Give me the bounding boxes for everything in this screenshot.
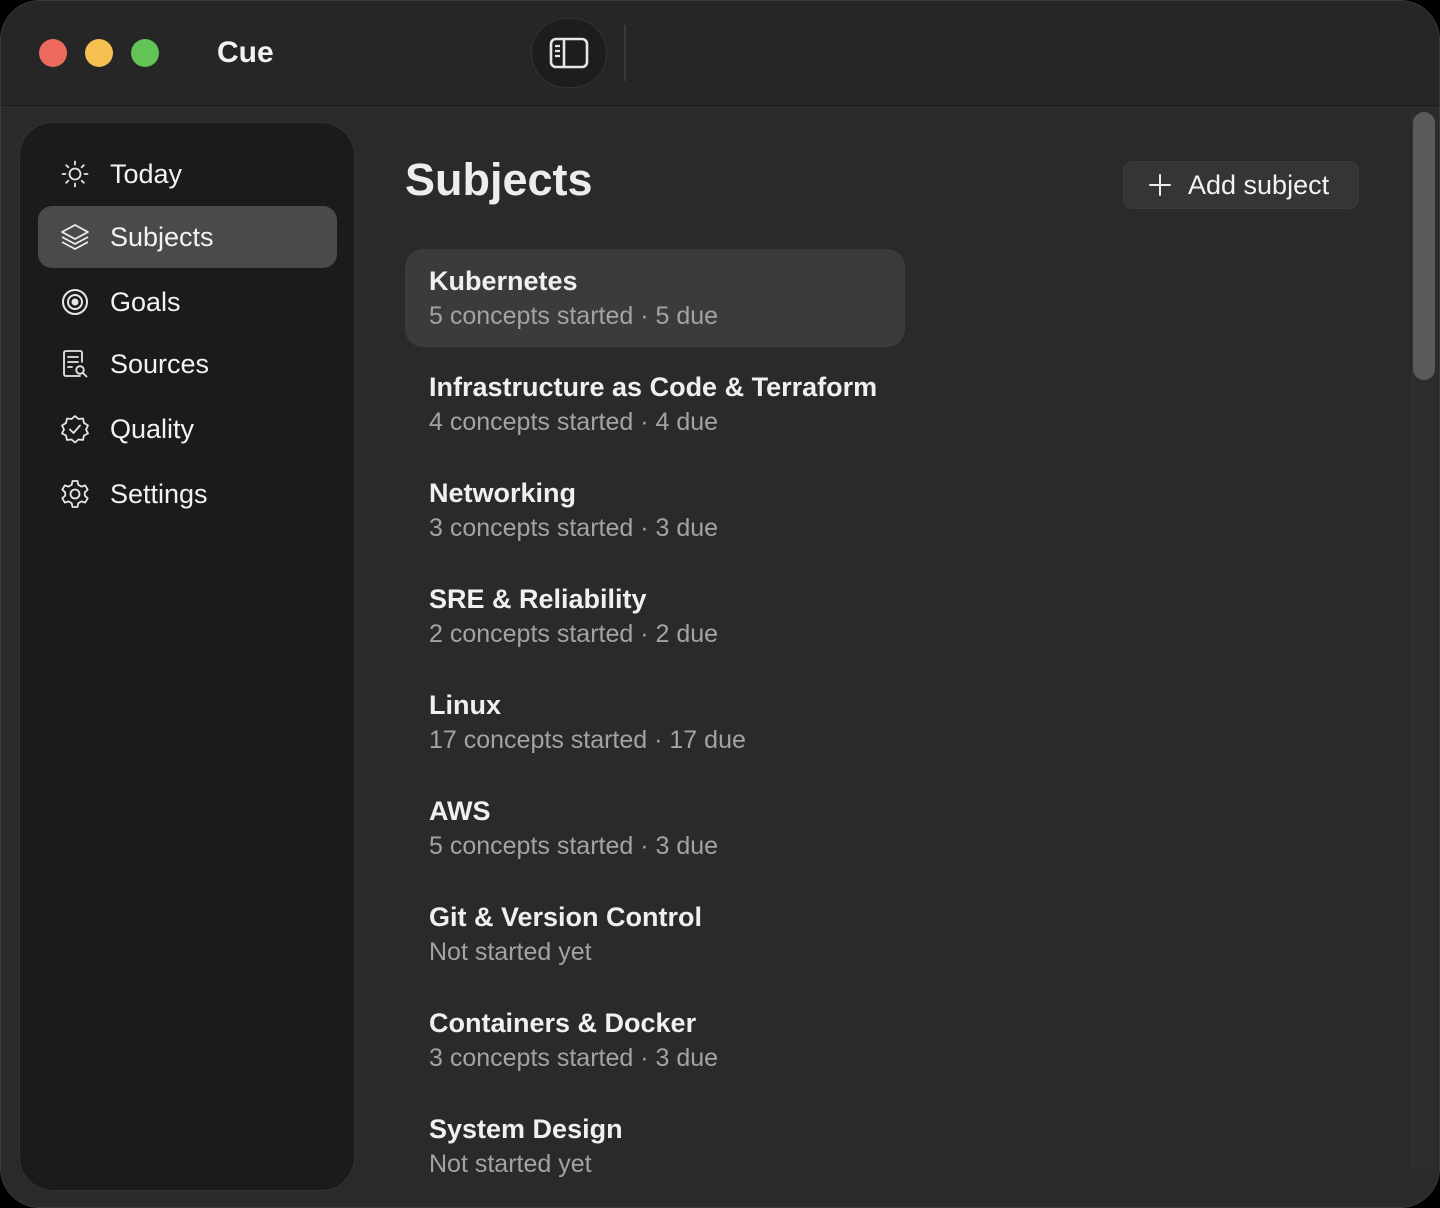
subject-meta: 5 concepts started · 3 due (429, 832, 719, 860)
sidebar: Today Subjects Goals Sources Quality Set… (19, 122, 355, 1191)
plus-icon (1149, 174, 1171, 196)
subject-item-kubernetes[interactable]: Kubernetes 5 concepts started · 5 due (405, 249, 905, 347)
close-window-button[interactable] (39, 39, 67, 67)
scrollbar-thumb[interactable] (1413, 112, 1435, 380)
subject-meta: 2 concepts started · 2 due (429, 620, 719, 648)
subject-meta: 3 concepts started · 3 due (429, 514, 719, 542)
target-icon (60, 287, 90, 317)
sidebar-item-label: Today (110, 159, 183, 189)
app-title: Cue (217, 36, 274, 69)
sidebar-item-sources[interactable]: Sources (38, 333, 337, 395)
sidebar-item-goals[interactable]: Goals (38, 271, 337, 333)
sidebar-item-label: Sources (110, 349, 210, 379)
subject-name: System Design (429, 1114, 623, 1144)
sidebar-item-label: Settings (110, 479, 208, 509)
subject-item-system-design[interactable]: System Design Not started yet (405, 1097, 905, 1195)
page-title: Subjects (405, 154, 593, 205)
app-window: Cue Today Subjects Goals Sources Quality… (0, 0, 1440, 1208)
sidebar-item-label: Quality (110, 414, 195, 444)
add-subject-button[interactable]: Add subject (1123, 161, 1359, 209)
layers-icon (60, 222, 90, 252)
subject-meta: 17 concepts started · 17 due (429, 726, 746, 754)
subject-meta: Not started yet (429, 938, 592, 966)
subject-meta: 5 concepts started · 5 due (429, 302, 719, 330)
subject-item-git-version-control[interactable]: Git & Version Control Not started yet (405, 885, 905, 983)
document-search-icon (60, 349, 90, 379)
subject-meta: Not started yet (429, 1150, 592, 1178)
title-divider (624, 25, 626, 81)
sidebar-item-label: Goals (110, 287, 181, 317)
subject-name: SRE & Reliability (429, 584, 647, 614)
sidebar-item-today[interactable]: Today (38, 143, 337, 205)
sidebar-item-subjects[interactable]: Subjects (38, 206, 337, 268)
subject-item-containers-docker[interactable]: Containers & Docker 3 concepts started ·… (405, 991, 905, 1089)
subject-name: Linux (429, 690, 501, 720)
subject-item-aws[interactable]: AWS 5 concepts started · 3 due (405, 779, 905, 877)
subject-name: AWS (429, 796, 491, 826)
subject-item-infrastructure-as-code[interactable]: Infrastructure as Code & Terraform 4 con… (405, 355, 905, 453)
sidebar-item-quality[interactable]: Quality (38, 398, 337, 460)
sidebar-toggle-icon (549, 37, 589, 69)
title-bar: Cue (1, 1, 1439, 106)
subject-item-linux[interactable]: Linux 17 concepts started · 17 due (405, 673, 905, 771)
subject-meta: 4 concepts started · 4 due (429, 408, 719, 436)
subject-item-networking[interactable]: Networking 3 concepts started · 3 due (405, 461, 905, 559)
add-subject-label: Add subject (1188, 169, 1330, 200)
subject-name: Networking (429, 478, 577, 508)
sidebar-item-settings[interactable]: Settings (38, 463, 337, 525)
subject-meta: 3 concepts started · 3 due (429, 1044, 719, 1072)
subject-item-sre-reliability[interactable]: SRE & Reliability 2 concepts started · 2… (405, 567, 905, 665)
subject-name: Infrastructure as Code & Terraform (429, 372, 878, 402)
minimize-window-button[interactable] (85, 39, 113, 67)
subject-name: Kubernetes (429, 266, 578, 296)
sidebar-item-label: Subjects (110, 222, 214, 252)
sidebar-toggle-button[interactable] (531, 18, 607, 88)
sun-icon (60, 159, 90, 189)
subject-name: Git & Version Control (429, 902, 703, 932)
maximize-window-button[interactable] (131, 39, 159, 67)
badge-check-icon (60, 414, 90, 444)
gear-icon (60, 479, 90, 509)
subject-name: Containers & Docker (429, 1008, 697, 1038)
